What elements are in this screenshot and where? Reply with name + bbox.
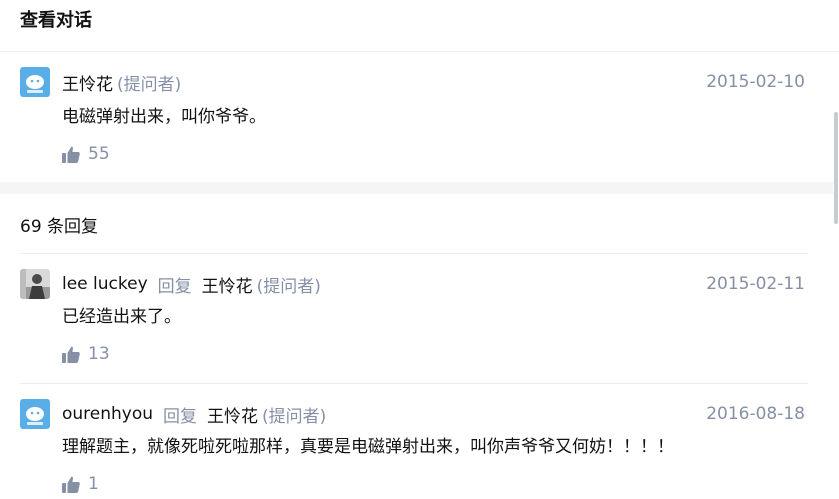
comment-header: lee luckey 回复 王怜花 (提问者) 2015-02-11 [20,268,805,300]
like-button[interactable]: 13 [62,344,805,364]
reply-target-name[interactable]: 王怜花 [207,402,258,427]
root-comment: 王怜花 (提问者) 2015-02-10 电磁弹射出来，叫你爷爷。 55 [0,66,839,164]
comment-header: 王怜花 (提问者) 2015-02-10 [20,66,805,98]
comment-date: 2015-02-11 [706,274,805,294]
thumbs-up-icon [62,346,80,363]
comment-content: 电磁弹射出来，叫你爷爷。 [62,107,266,127]
reply-count: 69 条回复 [20,217,99,237]
divider [20,383,808,384]
like-button[interactable]: 55 [62,144,805,164]
author-name[interactable]: 王怜花 [62,70,113,95]
reply-label: 回复 [163,406,198,427]
thumbs-up-icon [62,146,80,163]
comment-header: ourenhyou 回复 王怜花 (提问者) 2016-08-18 [20,398,805,430]
like-count: 13 [88,344,110,364]
author-name[interactable]: ourenhyou [62,404,153,424]
thumbs-up-icon [62,476,80,493]
user-photo-avatar [20,269,50,299]
reply-label: 回复 [157,276,192,297]
asker-tag: (提问者) [256,276,321,297]
comment-content: 理解题主，就像死啦死啦那样，真要是电磁弹射出来，叫你声爷爷又何妨！！！！ [62,437,674,457]
divider [20,253,808,254]
asker-tag: (提问者) [262,406,327,427]
comment-date: 2015-02-10 [706,72,805,92]
avatar[interactable] [20,67,50,97]
reply-item: lee luckey 回复 王怜花 (提问者) 2015-02-11 已经造出来… [0,268,839,364]
reply-target-name[interactable]: 王怜花 [202,272,253,297]
conversation-panel: 查看对话 王怜花 (提问者) 2015-02-10 电磁弹射出来，叫你爷爷。 5… [0,0,839,499]
panel-header: 查看对话 [0,0,839,52]
like-count: 55 [88,144,110,164]
zhihu-default-avatar-icon [20,399,50,429]
author-name[interactable]: lee luckey [62,274,148,294]
like-button[interactable]: 1 [62,474,805,494]
avatar[interactable] [20,269,50,299]
comment-content: 已经造出来了。 [62,307,181,327]
asker-tag: (提问者) [117,74,182,95]
comment-date: 2016-08-18 [706,404,805,424]
reply-item: ourenhyou 回复 王怜花 (提问者) 2016-08-18 理解题主，就… [0,398,839,494]
section-divider [0,182,833,194]
avatar[interactable] [20,399,50,429]
page-title: 查看对话 [20,10,92,31]
zhihu-default-avatar-icon [20,67,50,97]
like-count: 1 [88,474,99,494]
